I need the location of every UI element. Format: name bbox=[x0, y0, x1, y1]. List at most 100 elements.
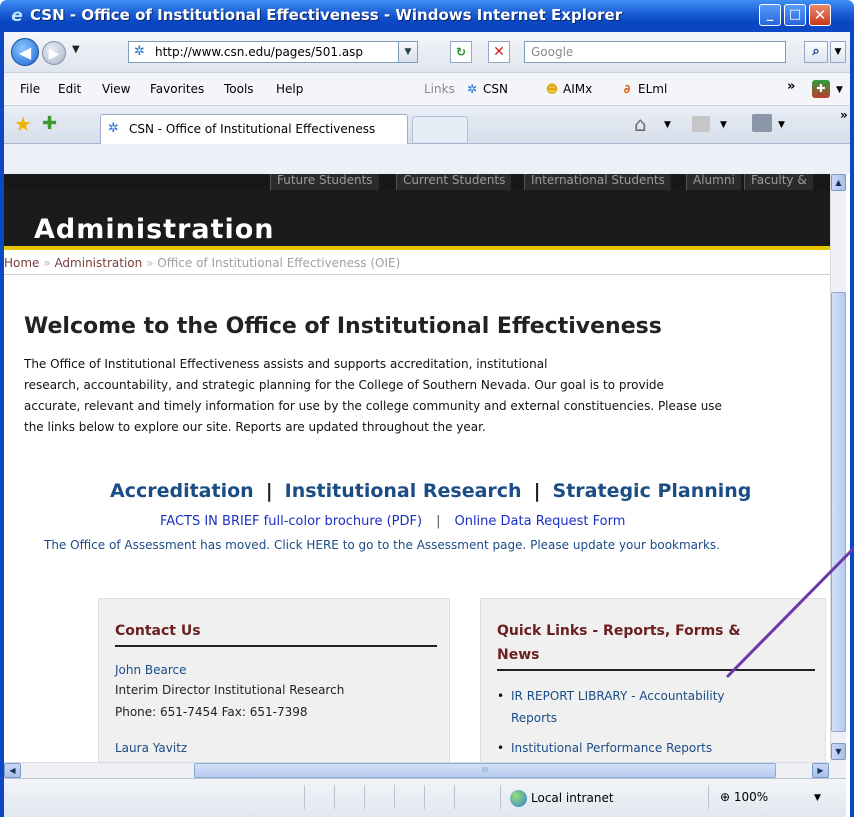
favorites-star-icon[interactable]: ★ bbox=[14, 114, 32, 134]
list-bullet: • bbox=[497, 741, 505, 755]
nav-current-students[interactable]: Current Students bbox=[396, 174, 512, 190]
address-bar[interactable]: ✲ http://www.csn.edu/pages/501.asp bbox=[128, 41, 418, 63]
address-dropdown-button[interactable]: ▼ bbox=[398, 41, 418, 63]
home-icon[interactable]: ⌂ bbox=[634, 112, 647, 136]
print-icon[interactable] bbox=[752, 114, 772, 132]
institutional-performance-reports-link[interactable]: Institutional Performance Reports bbox=[511, 737, 811, 759]
globe-icon bbox=[510, 790, 527, 807]
link-aimx[interactable]: ☻ AIMx bbox=[544, 82, 592, 96]
add-favorites-icon[interactable]: ✚ bbox=[42, 114, 57, 134]
new-tab-button[interactable] bbox=[412, 116, 468, 142]
contact-john-bearce-link[interactable]: John Bearce bbox=[115, 663, 187, 677]
breadcrumb-administration[interactable]: Administration bbox=[54, 256, 142, 270]
status-bar: Local intranet ⊕ 100% ▼ bbox=[4, 778, 846, 817]
quick-links-heading-line: Quick Links - Reports, Forms & bbox=[497, 623, 741, 639]
refresh-button[interactable]: ↻ bbox=[450, 41, 472, 63]
contact-box: Contact Us John Bearce Interim Director … bbox=[98, 598, 450, 762]
status-separator bbox=[334, 785, 335, 809]
intro-line: The Office of Institutional Effectivenes… bbox=[24, 357, 548, 371]
nav-international-students[interactable]: International Students bbox=[524, 174, 671, 190]
vertical-scrollbar[interactable]: ▲ ▼ bbox=[830, 174, 846, 762]
menu-favorites[interactable]: Favorites bbox=[150, 82, 204, 96]
browser-toolbars: ◀ ▶ ▼ ✲ http://www.csn.edu/pages/501.asp… bbox=[0, 32, 854, 174]
window-title: CSN - Office of Institutional Effectiven… bbox=[30, 6, 623, 24]
zoom-level[interactable]: ⊕ 100% bbox=[720, 790, 768, 804]
data-request-link[interactable]: Online Data Request Form bbox=[454, 514, 625, 529]
ir-report-library-line: IR REPORT LIBRARY - Accountability bbox=[511, 689, 725, 703]
print-dropdown-icon[interactable]: ▼ bbox=[778, 120, 785, 130]
nav-alumni[interactable]: Alumni bbox=[686, 174, 741, 190]
translate-icon[interactable]: ✚ bbox=[812, 80, 830, 98]
csn-site-icon: ✲ bbox=[134, 44, 145, 59]
intro-line: accurate, relevant and timely informatio… bbox=[24, 399, 722, 413]
quick-links-heading-rule bbox=[497, 669, 815, 671]
contact-laura-yavitz-link[interactable]: Laura Yavitz bbox=[115, 741, 187, 755]
page-banner: Administration bbox=[4, 190, 830, 250]
csn-icon: ✲ bbox=[466, 82, 478, 96]
breadcrumb-separator: » bbox=[146, 256, 154, 270]
vertical-scroll-thumb[interactable] bbox=[831, 292, 846, 732]
institutional-research-link[interactable]: Institutional Research bbox=[285, 480, 522, 502]
address-text[interactable]: http://www.csn.edu/pages/501.asp bbox=[155, 45, 363, 59]
ie-logo-icon: e bbox=[11, 6, 23, 26]
back-button[interactable]: ◀ bbox=[11, 38, 39, 66]
breadcrumb-home[interactable]: Home bbox=[4, 256, 39, 270]
aim-icon: ☻ bbox=[545, 82, 559, 96]
window-titlebar[interactable]: e CSN - Office of Institutional Effectiv… bbox=[0, 0, 854, 32]
search-input[interactable]: Google bbox=[524, 41, 786, 63]
menu-tools[interactable]: Tools bbox=[224, 82, 254, 96]
zoom-magnifier-icon: ⊕ bbox=[720, 790, 731, 804]
tab-csn-oie[interactable]: ✲ CSN - Office of Institutional Effectiv… bbox=[100, 114, 408, 144]
zoom-dropdown-icon[interactable]: ▼ bbox=[814, 793, 821, 803]
maximize-button[interactable]: □ bbox=[784, 4, 806, 26]
link-csn[interactable]: ✲ CSN bbox=[464, 82, 508, 96]
nav-faculty[interactable]: Faculty & bbox=[744, 174, 813, 190]
menu-bar: File Edit View Favorites Tools Help Link… bbox=[4, 72, 850, 106]
page-viewport: Future Students Current Students Interna… bbox=[4, 174, 830, 762]
menu-help[interactable]: Help bbox=[276, 82, 303, 96]
assessment-notice-link[interactable]: The Office of Assessment has moved. Clic… bbox=[44, 538, 720, 552]
site-top-nav: Future Students Current Students Interna… bbox=[4, 174, 830, 190]
scroll-up-button[interactable]: ▲ bbox=[831, 174, 846, 191]
menu-view[interactable]: View bbox=[102, 82, 130, 96]
stop-button[interactable]: ✕ bbox=[488, 41, 510, 63]
horizontal-scrollbar[interactable]: ◀ III ▶ bbox=[4, 762, 830, 778]
quick-links-heading: Quick Links - Reports, Forms & News bbox=[497, 619, 741, 667]
nav-future-students[interactable]: Future Students bbox=[270, 174, 379, 190]
tab-label: CSN - Office of Institutional Effectiven… bbox=[129, 122, 376, 136]
more-tools-chevron[interactable]: » bbox=[840, 108, 848, 122]
security-zone[interactable]: Local intranet bbox=[510, 790, 614, 807]
quick-links-box: Quick Links - Reports, Forms & News • IR… bbox=[480, 598, 826, 762]
facts-in-brief-link[interactable]: FACTS IN BRIEF full-color brochure (PDF) bbox=[160, 514, 422, 529]
forward-button[interactable]: ▶ bbox=[42, 41, 66, 65]
search-icon: ⌕ bbox=[812, 44, 820, 59]
ir-report-library-link[interactable]: IR REPORT LIBRARY - Accountability Repor… bbox=[511, 685, 811, 729]
strategic-planning-link[interactable]: Strategic Planning bbox=[553, 480, 752, 502]
more-links-chevron[interactable]: » bbox=[787, 79, 795, 94]
link-elml[interactable]: ∂ ELml bbox=[619, 82, 668, 96]
menu-edit[interactable]: Edit bbox=[58, 82, 81, 96]
breadcrumb-divider bbox=[4, 274, 830, 275]
scroll-left-button[interactable]: ◀ bbox=[4, 763, 21, 778]
minimize-button[interactable]: _ bbox=[759, 4, 781, 26]
feeds-dropdown-icon[interactable]: ▼ bbox=[720, 120, 727, 130]
list-bullet: • bbox=[497, 689, 505, 703]
search-placeholder: Google bbox=[531, 45, 574, 59]
status-separator bbox=[424, 785, 425, 809]
status-separator bbox=[454, 785, 455, 809]
search-options-dropdown[interactable]: ▼ bbox=[830, 41, 846, 63]
menu-file[interactable]: File bbox=[20, 82, 40, 96]
scroll-down-button[interactable]: ▼ bbox=[831, 743, 846, 760]
tab-bar: ★ ✚ ✲ CSN - Office of Institutional Effe… bbox=[4, 106, 850, 144]
status-separator bbox=[708, 785, 709, 809]
status-separator bbox=[500, 785, 501, 809]
search-button[interactable]: ⌕ bbox=[804, 41, 828, 63]
home-dropdown-icon[interactable]: ▼ bbox=[664, 120, 671, 130]
feeds-icon[interactable] bbox=[692, 116, 710, 132]
recent-pages-dropdown-icon[interactable]: ▼ bbox=[72, 44, 80, 55]
accreditation-link[interactable]: Accreditation bbox=[110, 480, 254, 502]
tool-dropdown-icon[interactable]: ▼ bbox=[836, 85, 843, 95]
close-button[interactable]: ✕ bbox=[809, 4, 831, 26]
scroll-right-button[interactable]: ▶ bbox=[812, 763, 829, 778]
horizontal-scroll-thumb[interactable]: III bbox=[194, 763, 776, 778]
